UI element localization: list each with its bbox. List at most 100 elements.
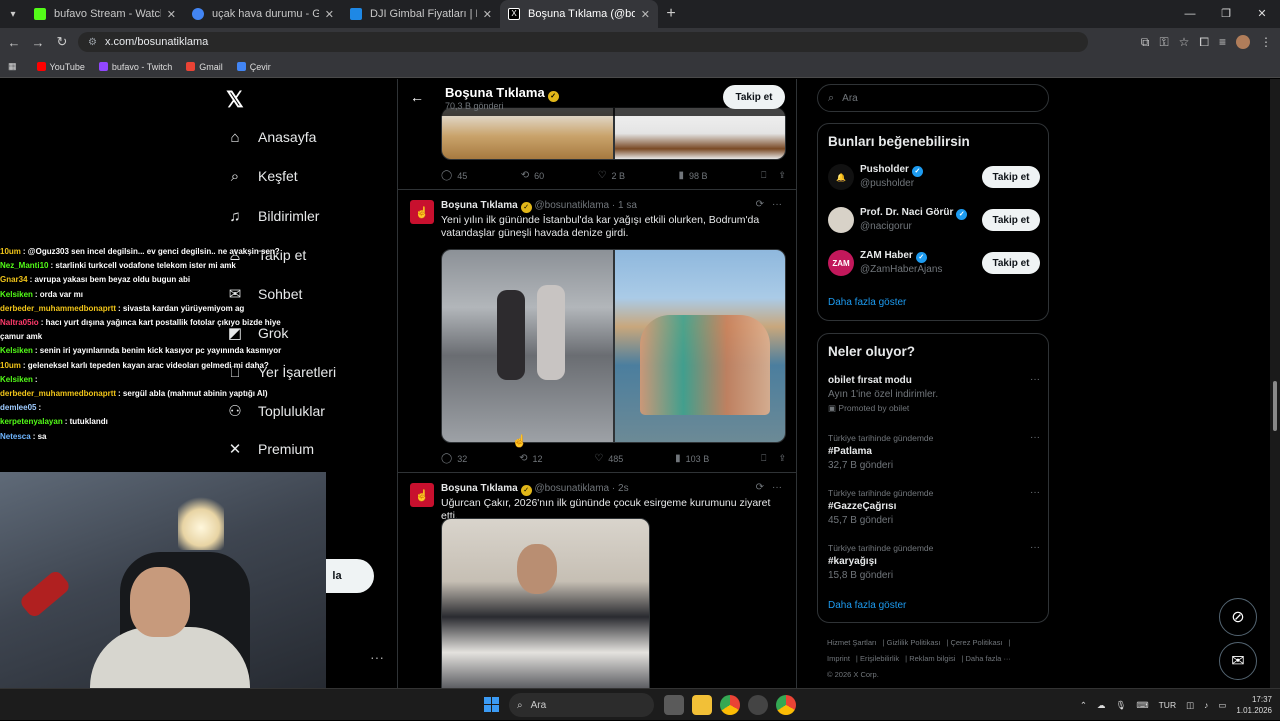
follow-button[interactable]: Takip et (982, 252, 1040, 274)
more-icon[interactable]: ··· (1030, 374, 1040, 385)
tweet-author-name[interactable]: Boşuna Tıklama (441, 200, 518, 211)
mic-icon[interactable]: 🎙 (1116, 700, 1127, 711)
file-explorer-icon[interactable] (692, 695, 712, 715)
suggestion-name[interactable]: ZAM Haber ✓ (860, 250, 927, 263)
chat-username[interactable]: Naltra05io (0, 318, 39, 327)
bookmark-gmail[interactable]: Gmail (186, 62, 223, 72)
windows-start-icon[interactable] (484, 697, 499, 712)
clock[interactable]: 17:37 1.01.2026 (1236, 694, 1272, 716)
forward-icon[interactable]: → (26, 35, 50, 50)
footer-link[interactable]: Imprint (827, 654, 850, 663)
tweet-media[interactable] (441, 249, 786, 443)
footer-link[interactable]: Hizmet Şartları (827, 638, 877, 647)
trend-item[interactable]: Türkiye tarihinde gündemde #karyağışı 15… (828, 542, 1040, 583)
chrome-active-icon[interactable] (776, 695, 796, 715)
suggestion-name[interactable]: Prof. Dr. Naci Görür ✓ (860, 207, 968, 220)
nav-notifications[interactable]: ♫ Bildirimler (226, 207, 319, 225)
chat-username[interactable]: 10um (0, 247, 21, 256)
share-icon[interactable]: ⇪ (778, 170, 786, 181)
follow-button[interactable]: Takip et (982, 166, 1040, 188)
keyboard-icon[interactable]: ⌨ (1136, 700, 1148, 711)
suggestion-row[interactable]: Prof. Dr. Naci Görür ✓ @nacigorur Takip e… (828, 205, 1040, 237)
volume-icon[interactable]: ♪ (1204, 700, 1208, 710)
password-key-icon[interactable]: ⚿ (1159, 35, 1168, 50)
reload-icon[interactable]: ↻ (50, 34, 74, 50)
tweet[interactable]: ☝ Boşuna Tıklama ✓ @bosunatiklama · 1 sa … (398, 190, 796, 473)
url-input[interactable]: ⚙ x.com/bosunatiklama (78, 32, 1088, 52)
site-info-icon[interactable]: ⚙ (88, 37, 97, 48)
tweet-avatar[interactable]: ☝ (410, 483, 434, 507)
chat-username[interactable]: derbeder_muhammedbonaprtt (0, 389, 116, 398)
maximize-icon[interactable]: ❐ (1208, 0, 1244, 28)
tweet[interactable]: ☝ Boşuna Tıklama ✓ @bosunatiklama · 2s ⟳ ·… (398, 473, 796, 688)
show-more-link[interactable]: Daha fazla göster (828, 297, 906, 308)
footer-link[interactable]: Gizlilik Politikası (887, 638, 941, 647)
app-icon[interactable] (748, 695, 768, 715)
trend-item[interactable]: Türkiye tarihinde gündemde #Patlama 32,7… (828, 432, 1040, 473)
x-logo-icon[interactable]: 𝕏 (226, 87, 244, 113)
close-icon[interactable]: ✕ (325, 8, 334, 21)
show-more-link[interactable]: Daha fazla göster (828, 600, 906, 611)
close-window-icon[interactable]: ✕ (1244, 0, 1280, 28)
browser-tab-active[interactable]: X Boşuna Tıklama (@bosunatikla ✕ (500, 0, 658, 28)
grok-float-button[interactable]: ⊘ (1219, 598, 1257, 636)
trend-item-promoted[interactable]: obilet fırsat modu Ayın 1'ine özel indir… (828, 374, 1040, 415)
views-button[interactable]: ▮ 98 B (679, 170, 708, 181)
tweet-media[interactable] (441, 518, 650, 688)
tweet-photo[interactable] (442, 250, 613, 442)
battery-icon[interactable]: ▭ (1218, 700, 1226, 711)
footer-link[interactable]: Erişilebilirlik (860, 654, 899, 663)
chat-username[interactable]: demlee05 (0, 403, 36, 412)
follow-button[interactable]: Takip et (982, 209, 1040, 231)
tweet-photo[interactable] (442, 519, 649, 688)
profile-avatar[interactable] (1236, 35, 1250, 49)
more-icon[interactable]: ··· (1030, 487, 1040, 498)
chat-username[interactable]: Kelsiken (0, 290, 33, 299)
close-icon[interactable]: ✕ (483, 8, 492, 21)
minimize-icon[interactable]: — (1172, 0, 1208, 28)
reply-button[interactable]: ◯ 32 (441, 453, 467, 464)
tweet-time[interactable]: · 2s (612, 483, 629, 494)
repost-button[interactable]: ⟲ 12 (519, 453, 542, 464)
suggestion-name[interactable]: Pusholder ✓ (860, 164, 923, 177)
close-icon[interactable]: ✕ (167, 8, 176, 21)
more-icon[interactable]: ··· (772, 482, 782, 493)
new-tab-button[interactable]: + (658, 5, 684, 23)
grok-explain-icon[interactable]: ⟳ (756, 482, 764, 493)
page-scrollbar[interactable] (1270, 79, 1280, 688)
bookmark-twitch[interactable]: bufavo - Twitch (98, 62, 172, 72)
more-icon[interactable]: ··· (1030, 542, 1040, 553)
more-icon[interactable]: ··· (772, 199, 782, 210)
bookmark-youtube[interactable]: YouTube (36, 62, 85, 72)
task-view-icon[interactable] (664, 695, 684, 715)
nav-explore[interactable]: ⌕ Keşfet (226, 167, 298, 185)
reply-button[interactable]: ◯ 45 (441, 170, 467, 181)
chat-username[interactable]: Gnar34 (0, 275, 28, 284)
browser-tab[interactable]: uçak hava durumu - Google'da ✕ (184, 0, 342, 28)
chrome-icon[interactable] (720, 695, 740, 715)
suggestion-row[interactable]: ZAM ZAM Haber ✓ @ZamHaberAjans Takip et (828, 248, 1040, 280)
repost-button[interactable]: ⟲ 60 (521, 170, 544, 181)
chat-username[interactable]: Netesca (0, 432, 31, 441)
browser-tab[interactable]: DJI Gimbal Fiyatları | En Ucuzu ✕ (342, 0, 500, 28)
apps-grid-icon[interactable]: ▦ (8, 61, 17, 72)
like-button[interactable]: ♡ 485 (594, 453, 623, 464)
follow-button[interactable]: Takip et (723, 85, 785, 109)
tweet-photo[interactable] (614, 250, 785, 442)
chat-username[interactable]: Nez_Manti10 (0, 261, 48, 270)
back-icon[interactable]: ← (2, 35, 26, 50)
more-icon[interactable]: ··· (1030, 432, 1040, 443)
footer-link[interactable]: Reklam bilgisi (909, 654, 955, 663)
chat-username[interactable]: Kelsiken (0, 346, 33, 355)
pusholder-avatar[interactable]: 🔔 (828, 164, 854, 190)
install-app-icon[interactable]: ⧉ (1141, 35, 1150, 50)
zam-haber-avatar[interactable]: ZAM (828, 250, 854, 276)
chat-username[interactable]: kerpetenyalayan (0, 417, 63, 426)
bookmark-translate[interactable]: Çevir (236, 62, 271, 72)
taskbar-search[interactable]: ⌕ Ara (509, 693, 654, 717)
share-icon[interactable]: ⇪ (778, 453, 786, 464)
tweet-avatar[interactable]: ☝ (410, 200, 434, 224)
back-arrow-icon[interactable]: ← (410, 89, 424, 105)
search-input[interactable]: ⌕ Ara (817, 84, 1049, 112)
wifi-icon[interactable]: ◫ (1186, 700, 1194, 711)
